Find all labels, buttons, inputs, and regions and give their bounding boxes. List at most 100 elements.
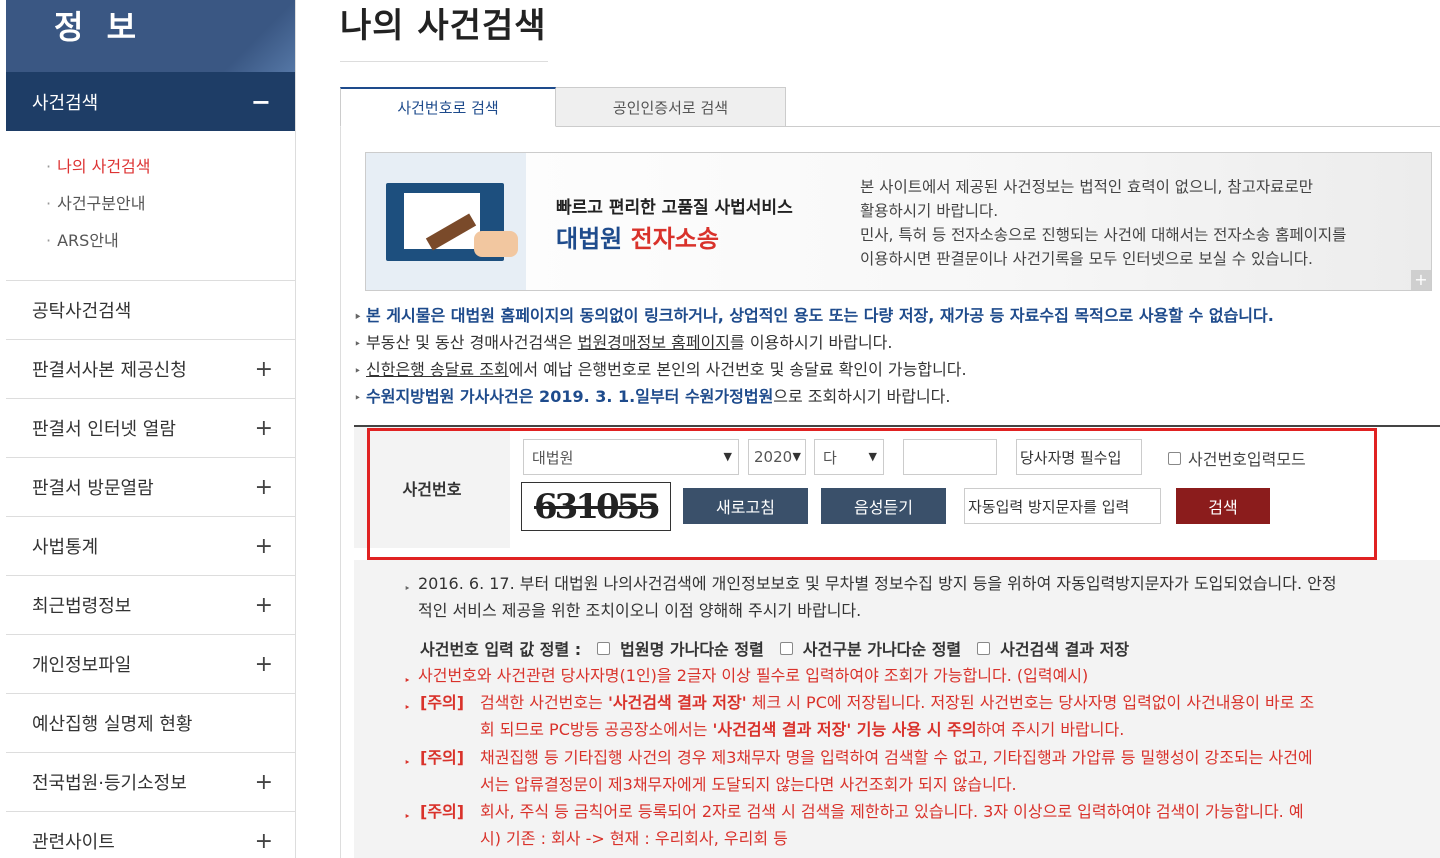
notice-bank: 신한은행 송달료 조회에서 예납 은행번호로 본인의 사건번호 및 송달료 확인… <box>354 356 1414 385</box>
sidebar-item-judgment-online[interactable]: 판결서 인터넷 열람 + <box>6 399 295 458</box>
checkbox-box[interactable] <box>779 641 793 655</box>
notice-highlight: 수원지방법원 가사사건은 2019. 3. 1.일부터 수원가정법원 <box>366 387 774 406</box>
checkbox-label: 사건검색 결과 저장 <box>1000 640 1130 659</box>
sidebar-item-label: 판결서사본 제공신청 <box>32 360 187 381</box>
banner-slogan: 빠르고 편리한 고품질 사법서비스 <box>556 198 793 218</box>
sidebar: 정 보 사건검색 − 나의 사건검색 사건구분안내 ARS안내 공탁사건검색 판… <box>6 0 296 858</box>
submenu-my-case-search[interactable]: 나의 사건검색 <box>46 153 295 190</box>
auction-site-link[interactable]: 법원경매정보 홈페이지 <box>578 333 730 352</box>
save-result-checkbox[interactable]: 사건검색 결과 저장 <box>977 636 1129 660</box>
brand-court: 대법원 <box>556 225 623 253</box>
notice-line: 본 사이트에서 제공된 사건정보는 법적인 효력이 없으니, 참고자료로만 <box>860 178 1313 196</box>
sidebar-item-label: 판결서 인터넷 열람 <box>32 419 176 440</box>
notice-text: 에서 예납 은행번호로 본인의 사건번호 및 송달료 확인이 가능합니다. <box>508 360 967 379</box>
expand-icon[interactable]: + <box>255 770 273 795</box>
checkbox-label: 법원명 가나다순 정렬 <box>620 640 764 659</box>
submenu-case-type-guide[interactable]: 사건구분안내 <box>46 190 295 227</box>
sidebar-item-label: 판결서 방문열람 <box>32 478 154 499</box>
text: 검색한 사건번호는 <box>480 693 608 712</box>
expand-icon[interactable]: + <box>255 534 273 559</box>
expand-icon[interactable]: + <box>255 475 273 500</box>
text: 하여 주시기 바랍니다. <box>976 720 1125 739</box>
warning-banned-words: [주의] 회사, 주식 등 금칙어로 등록되어 2자로 검색 시 검색을 제한하… <box>404 798 1354 852</box>
shinhan-link[interactable]: 신한은행 송달료 조회 <box>366 360 509 379</box>
more-icon[interactable]: + <box>1411 270 1431 290</box>
text: 체크 시 PC에 저장됩니다. 저장된 사건번호는 당사자명 입력없이 사건내용… <box>746 693 1315 712</box>
sort-options: 사건번호 입력 값 정렬 : 법원명 가나다순 정렬 사건구분 가나다순 정렬 … <box>420 636 1129 660</box>
sidebar-item-budget[interactable]: 예산집행 실명제 현황 <box>6 694 295 753</box>
notice-list: 본 게시물은 대법원 홈페이지의 동의없이 링크하거나, 상업적인 용도 또는 … <box>354 302 1414 412</box>
warning-line: 검색한 사건번호는 '사건검색 결과 저장' 체크 시 PC에 저장됩니다. 저… <box>480 689 1360 716</box>
collapse-icon[interactable]: − <box>251 88 271 116</box>
sort-court-checkbox[interactable]: 법원명 가나다순 정렬 <box>597 636 764 660</box>
warning-tag: [주의] <box>420 693 465 712</box>
checkbox-box[interactable] <box>977 641 991 655</box>
bullet-icon: ‣ <box>404 674 411 687</box>
sidebar-item-label: 예산집행 실명제 현황 <box>32 714 193 735</box>
sidebar-item-label: 공탁사건검색 <box>32 301 132 322</box>
expand-icon[interactable]: + <box>255 416 273 441</box>
warning-text: 채권집행 등 기타집행 사건의 경우 제3채무자 명을 입력하여 검색할 수 없… <box>480 744 1360 798</box>
sidebar-item-label: 사건검색 <box>32 92 99 114</box>
sidebar-item-judgment-visit[interactable]: 판결서 방문열람 + <box>6 458 295 517</box>
title-divider <box>340 61 548 62</box>
sidebar-item-label: 전국법원·등기소정보 <box>32 773 187 794</box>
notice-suwon: 수원지방법원 가사사건은 2019. 3. 1.일부터 수원가정법원으로 조회하… <box>354 383 1414 412</box>
banner-brand: 대법원 전자소송 <box>556 219 719 254</box>
notice-line: 이용하시면 판결문이나 사건기록을 모두 인터넷으로 보실 수 있습니다. <box>860 250 1313 268</box>
sidebar-title: 정 보 <box>54 8 143 46</box>
warning-line: 회사, 주식 등 금칙어로 등록되어 2자로 검색 시 검색을 제한하고 있습니… <box>480 802 1304 821</box>
emphasis: '사건검색 결과 저장' 기능 사용 시 주의 <box>712 720 977 739</box>
sidebar-item-recent-laws[interactable]: 최근법령정보 + <box>6 576 295 635</box>
highlight-frame <box>367 428 1377 560</box>
expand-icon[interactable]: + <box>255 593 273 618</box>
warning-tag: [주의] <box>420 748 465 767</box>
checkbox-box[interactable] <box>597 641 611 655</box>
sidebar-item-deposit-search[interactable]: 공탁사건검색 <box>6 281 295 340</box>
sidebar-item-label: 최근법령정보 <box>32 596 132 617</box>
e-litigation-banner[interactable]: 빠르고 편리한 고품질 사법서비스 대법원 전자소송 본 사이트에서 제공된 사… <box>365 152 1432 291</box>
info-party-required: 사건번호와 사건관련 당사자명(1인)을 2글자 이상 필수로 입력하여야 조회… <box>418 666 1089 685</box>
expand-icon[interactable]: + <box>255 652 273 677</box>
sidebar-header: 정 보 <box>6 0 295 72</box>
notice-copyright: 본 게시물은 대법원 홈페이지의 동의없이 링크하거나, 상업적인 용도 또는 … <box>354 302 1414 331</box>
tab-case-number[interactable]: 사건번호로 검색 <box>340 87 556 127</box>
sidebar-item-statistics[interactable]: 사법통계 + <box>6 517 295 576</box>
warning-line: 서는 압류결정문이 제3채무자에게 도달되지 않는다면 사건조회가 되지 않습니… <box>480 775 1017 794</box>
sidebar-item-case-search[interactable]: 사건검색 − <box>6 72 295 131</box>
page-title: 나의 사건검색 <box>340 6 547 46</box>
expand-icon[interactable]: + <box>255 357 273 382</box>
submenu-ars-guide[interactable]: ARS안내 <box>46 227 295 264</box>
hand-shape <box>474 231 518 257</box>
info-line: 2016. 6. 17. 부터 대법원 나의사건검색에 개인정보보호 및 무차별… <box>418 574 1337 593</box>
tab-certificate[interactable]: 공인인증서로 검색 <box>555 87 786 127</box>
sidebar-submenu: 나의 사건검색 사건구분안내 ARS안내 <box>6 131 295 281</box>
gavel-illustration <box>366 153 526 290</box>
sidebar-item-label: 개인정보파일 <box>32 655 132 676</box>
sidebar-item-judgment-copy[interactable]: 판결서사본 제공신청 + <box>6 340 295 399</box>
notice-line: 민사, 특허 등 전자소송으로 진행되는 사건에 대해서는 전자소송 홈페이지를 <box>860 226 1347 244</box>
sidebar-item-courts-info[interactable]: 전국법원·등기소정보 + <box>6 753 295 812</box>
info-captcha: 2016. 6. 17. 부터 대법원 나의사건검색에 개인정보보호 및 무차별… <box>418 570 1378 624</box>
info-section: ‣ 2016. 6. 17. 부터 대법원 나의사건검색에 개인정보보호 및 무… <box>354 560 1440 858</box>
warning-garnishment: [주의] 채권집행 등 기타집행 사건의 경우 제3채무자 명을 입력하여 검색… <box>404 744 1354 798</box>
brand-service: 전자소송 <box>630 225 719 253</box>
sort-type-checkbox[interactable]: 사건구분 가나다순 정렬 <box>779 636 961 660</box>
sort-label: 사건번호 입력 값 정렬 : <box>420 640 582 659</box>
notice-text: 부동산 및 동산 경매사건검색은 <box>366 333 578 352</box>
info-line: 적인 서비스 제공을 위한 조치이오니 이점 양해해 주시기 바랍니다. <box>418 601 862 620</box>
notice-line: 활용하시기 바랍니다. <box>860 202 999 220</box>
sidebar-item-related-sites[interactable]: 관련사이트 + <box>6 812 295 858</box>
expand-icon[interactable]: + <box>255 829 273 854</box>
tab-bar: 사건번호로 검색 공인인증서로 검색 <box>340 87 1440 127</box>
warning-line: 채권집행 등 기타집행 사건의 경우 제3채무자 명을 입력하여 검색할 수 없… <box>480 748 1313 767</box>
warning-tag: [주의] <box>420 802 465 821</box>
emphasis: '사건검색 결과 저장' <box>607 693 747 712</box>
warning-line: 시) 기존 : 회사 -> 현재 : 우리회사, 우리회 등 <box>480 829 788 848</box>
warning-text: 검색한 사건번호는 '사건검색 결과 저장' 체크 시 PC에 저장됩니다. 저… <box>480 689 1360 743</box>
banner-notice: 본 사이트에서 제공된 사건정보는 법적인 효력이 없으니, 참고자료로만 활용… <box>860 175 1420 271</box>
notice-text: 으로 조회하시기 바랍니다. <box>773 387 951 406</box>
sidebar-item-label: 관련사이트 <box>32 832 115 853</box>
notice-auction: 부동산 및 동산 경매사건검색은 법원경매정보 홈페이지를 이용하시기 바랍니다… <box>354 329 1414 358</box>
sidebar-item-privacy-files[interactable]: 개인정보파일 + <box>6 635 295 694</box>
